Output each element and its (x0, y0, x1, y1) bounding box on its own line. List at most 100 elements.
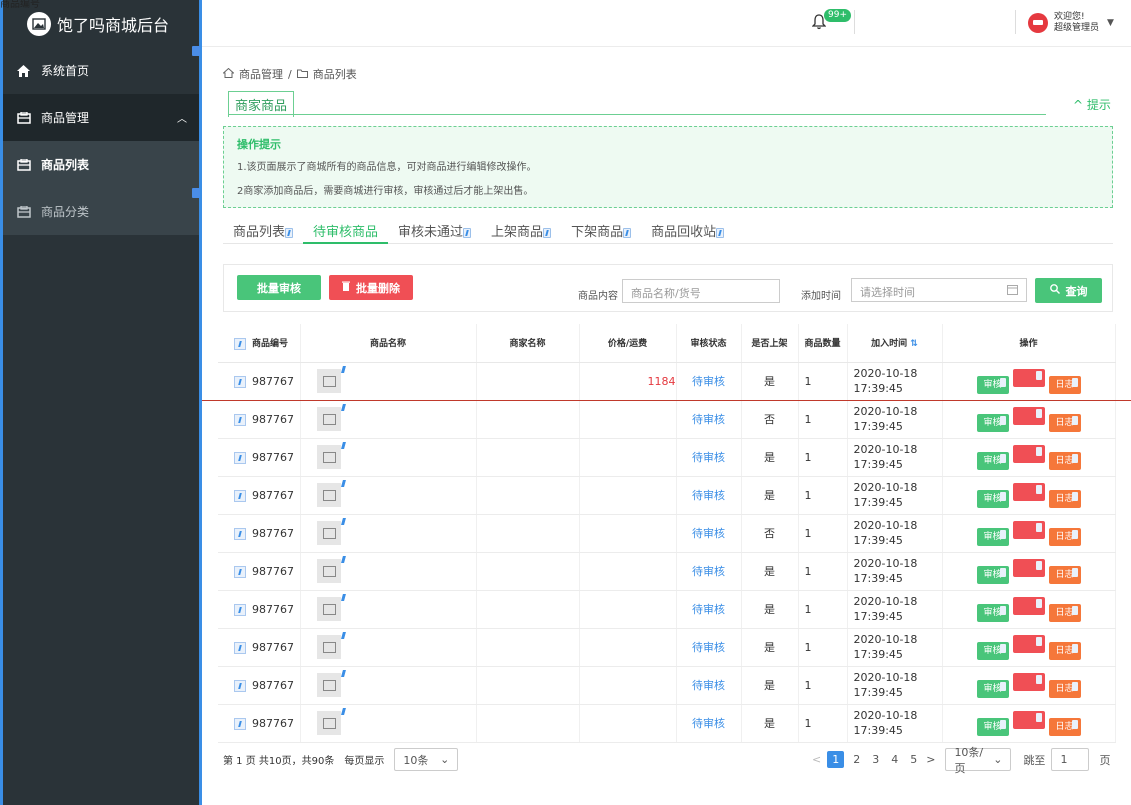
log-button[interactable]: 日志 (1048, 641, 1081, 660)
review-button[interactable]: 审核 (976, 603, 1009, 622)
home-icon (17, 64, 33, 77)
cell-status[interactable]: 待审核 (676, 628, 742, 667)
review-button[interactable]: 审核 (976, 527, 1009, 546)
tab-pending-review[interactable]: 待审核商品 (303, 218, 389, 244)
cell-name (300, 400, 477, 439)
row-checkbox[interactable] (234, 527, 246, 540)
search-button[interactable]: 查询 (1035, 278, 1102, 303)
row-checkbox[interactable] (234, 603, 246, 616)
tab-on-sale[interactable]: 上架商品 (481, 218, 561, 244)
cell-status[interactable]: 待审核 (676, 400, 742, 439)
delete-button[interactable] (1012, 482, 1045, 501)
tab-review-rejected[interactable]: 审核未通过 (388, 218, 481, 244)
row-checkbox[interactable] (234, 679, 246, 692)
cell-time: 2020-10-18 17:39:45 (847, 628, 943, 667)
log-button[interactable]: 日志 (1048, 717, 1081, 736)
cell-status[interactable]: 待审核 (676, 476, 742, 515)
cell-qty: 1 (798, 704, 848, 743)
log-button[interactable]: 日志 (1048, 489, 1081, 508)
delete-button[interactable] (1012, 596, 1045, 615)
table-row: 987767 待审核否 1 2020-10-18 17:39:45 审核 日志 (218, 400, 1116, 439)
goods-search-input[interactable]: 商品名称/货号 (622, 279, 780, 303)
review-button[interactable]: 审核 (976, 375, 1009, 394)
page-5[interactable]: 5 (907, 753, 920, 766)
sidebar-item-home[interactable]: 系统首页 (3, 47, 199, 94)
cell-id: 987767 (218, 552, 301, 591)
next-page-button[interactable]: > (926, 753, 935, 766)
breadcrumb-root[interactable]: 商品管理 (239, 66, 283, 82)
review-button[interactable]: 审核 (976, 679, 1009, 698)
row-checkbox[interactable] (234, 451, 246, 464)
row-checkbox[interactable] (234, 413, 246, 426)
log-button[interactable]: 日志 (1048, 603, 1081, 622)
cell-status[interactable]: 待审核 (676, 590, 742, 629)
log-button[interactable]: 日志 (1048, 451, 1081, 470)
select-all-checkbox[interactable] (234, 337, 246, 350)
review-button[interactable]: 审核 (976, 489, 1009, 508)
delete-button[interactable] (1012, 558, 1045, 577)
log-button[interactable]: 日志 (1048, 375, 1081, 394)
cell-name (300, 514, 477, 553)
cell-qty: 1 (798, 628, 848, 667)
sidebar-item-goods-management[interactable]: 商品管理 ︿ (3, 94, 199, 141)
user-menu[interactable]: 欢迎您! 超级管理员 ▼ (1028, 12, 1114, 34)
page-size-select[interactable]: 10条/页 ⌄ (945, 746, 1012, 775)
log-button[interactable]: 日志 (1048, 679, 1081, 698)
cell-status[interactable]: 待审核 (676, 552, 742, 591)
page-2[interactable]: 2 (850, 753, 863, 766)
row-checkbox[interactable] (234, 717, 246, 730)
product-image-icon (316, 483, 341, 507)
review-button[interactable]: 审核 (976, 641, 1009, 660)
log-button[interactable]: 日志 (1048, 565, 1081, 584)
row-checkbox[interactable] (234, 489, 246, 502)
delete-button[interactable] (1012, 406, 1045, 425)
per-page-select[interactable]: 10条 ⌄ (394, 748, 459, 771)
page-1[interactable]: 1 (827, 751, 845, 768)
tips-toggle-label: 提示 (1086, 98, 1111, 112)
review-button[interactable]: 审核 (976, 451, 1009, 470)
delete-button[interactable] (1012, 520, 1045, 539)
cell-status[interactable]: 待审核 (676, 704, 742, 743)
date-picker-input[interactable]: 请选择时间 (851, 278, 1027, 302)
page-4[interactable]: 4 (888, 753, 901, 766)
delete-button[interactable] (1012, 634, 1045, 653)
row-checkbox[interactable] (234, 641, 246, 654)
cell-name (300, 438, 477, 477)
sidebar-item-goods-category[interactable]: 商品分类 (3, 188, 199, 235)
review-button[interactable]: 审核 (976, 717, 1009, 736)
log-button[interactable]: 日志 (1048, 527, 1081, 546)
cell-status[interactable]: 待审核 (676, 438, 742, 477)
cell-status[interactable]: 待审核 (676, 514, 742, 553)
sort-icon[interactable]: ⇅ (910, 339, 918, 349)
content-label: 商品内容 (578, 291, 618, 302)
delete-button[interactable] (1012, 444, 1045, 463)
cell-status[interactable]: 待审核 (676, 666, 742, 705)
cell-status[interactable]: 待审核 (676, 362, 742, 401)
batch-delete-button[interactable]: 批量删除 (329, 275, 413, 300)
review-button[interactable]: 审核 (976, 413, 1009, 432)
cell-id: 987767 (218, 400, 301, 439)
jump-input[interactable]: 1 (1051, 748, 1090, 771)
prev-page-button[interactable]: < (812, 753, 821, 766)
col-time[interactable]: 加入时间 ⇅ (847, 324, 943, 363)
breadcrumb-separator: / (288, 67, 292, 81)
tab-recycle-bin[interactable]: 商品回收站 (641, 218, 734, 244)
log-button[interactable]: 日志 (1048, 413, 1081, 432)
row-checkbox[interactable] (234, 375, 246, 388)
chevron-up-icon: ^ (1073, 98, 1084, 112)
tab-goods-list[interactable]: 商品列表 (223, 218, 303, 244)
page-3[interactable]: 3 (869, 753, 882, 766)
delete-button[interactable] (1012, 710, 1045, 729)
cell-ops: 审核 日志 (942, 476, 1116, 515)
delete-button[interactable] (1012, 672, 1045, 691)
batch-review-button[interactable]: 批量审核 (237, 275, 321, 300)
flag-icon (543, 227, 552, 238)
tab-off-sale[interactable]: 下架商品 (561, 218, 641, 244)
sidebar-item-goods-list[interactable]: 商品列表 (3, 141, 199, 188)
cell-qty: 1 (798, 400, 848, 439)
delete-button[interactable] (1012, 368, 1045, 387)
row-checkbox[interactable] (234, 565, 246, 578)
tips-toggle[interactable]: ^ 提示 (1073, 96, 1111, 113)
sidebar-item-label: 商品列表 (41, 158, 90, 172)
review-button[interactable]: 审核 (976, 565, 1009, 584)
